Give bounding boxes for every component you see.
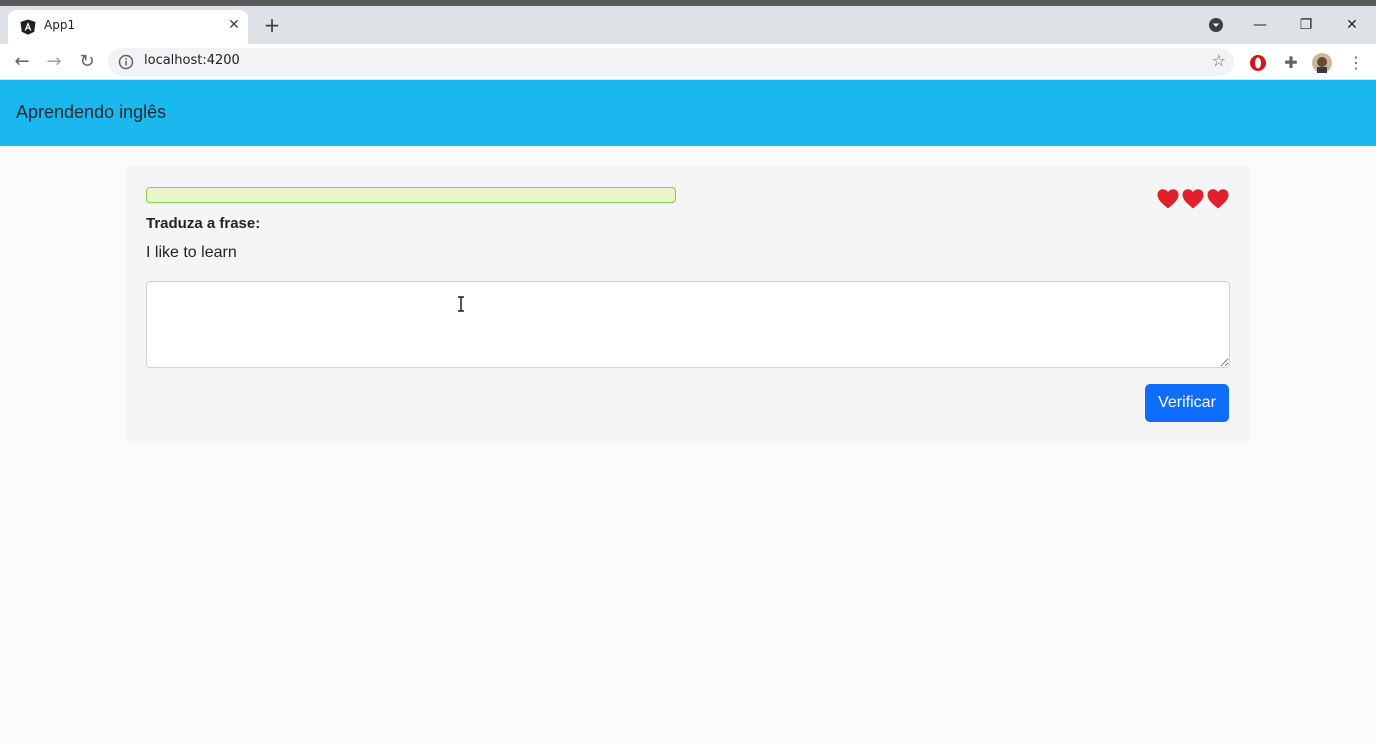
instruction-label: Traduza a frase: <box>146 215 261 232</box>
site-info-icon[interactable] <box>118 54 134 70</box>
back-icon[interactable]: ← <box>10 50 34 74</box>
text-cursor-icon <box>458 296 464 312</box>
heart-icon <box>1207 189 1229 209</box>
sentence-to-translate: I like to learn <box>146 244 237 261</box>
close-window-icon[interactable]: ✕ <box>1338 12 1366 38</box>
angular-icon <box>20 19 36 35</box>
forward-icon[interactable]: → <box>42 50 66 74</box>
browser-tab[interactable]: App1 ✕ <box>8 10 248 44</box>
close-tab-icon[interactable]: ✕ <box>224 15 244 35</box>
verify-button[interactable]: Verificar <box>1145 384 1229 422</box>
reload-icon[interactable]: ↻ <box>75 50 99 74</box>
tab-search-icon[interactable] <box>1208 17 1224 33</box>
tab-title: App1 <box>44 18 76 32</box>
url-text[interactable]: localhost:4200 <box>144 53 240 68</box>
menu-kebab-icon[interactable]: ⋮ <box>1346 53 1366 73</box>
lives-indicator <box>1156 187 1230 211</box>
address-bar[interactable]: localhost:4200 ☆ <box>108 48 1234 76</box>
extensions-puzzle-icon[interactable]: ✚ <box>1281 53 1301 73</box>
browser-tab-bar: App1 ✕ + — ❐ ✕ <box>0 6 1376 44</box>
opera-extension-icon[interactable] <box>1248 53 1268 73</box>
app-header: Aprendendo inglês <box>0 80 1376 146</box>
minimize-icon[interactable]: — <box>1246 12 1274 38</box>
restore-icon[interactable]: ❐ <box>1292 12 1320 38</box>
progress-bar <box>146 187 676 203</box>
answer-textarea[interactable] <box>146 281 1230 368</box>
browser-toolbar: ← → ↻ localhost:4200 ☆ ✚ ⋮ <box>0 44 1376 80</box>
new-tab-icon[interactable]: + <box>260 14 284 38</box>
avatar[interactable] <box>1312 53 1332 73</box>
heart-icon <box>1182 189 1204 209</box>
app-title: Aprendendo inglês <box>16 102 167 122</box>
exercise-card: Traduza a frase: I like to learn Verific… <box>126 166 1250 443</box>
heart-icon <box>1157 189 1179 209</box>
bookmark-star-icon[interactable]: ☆ <box>1212 51 1226 70</box>
